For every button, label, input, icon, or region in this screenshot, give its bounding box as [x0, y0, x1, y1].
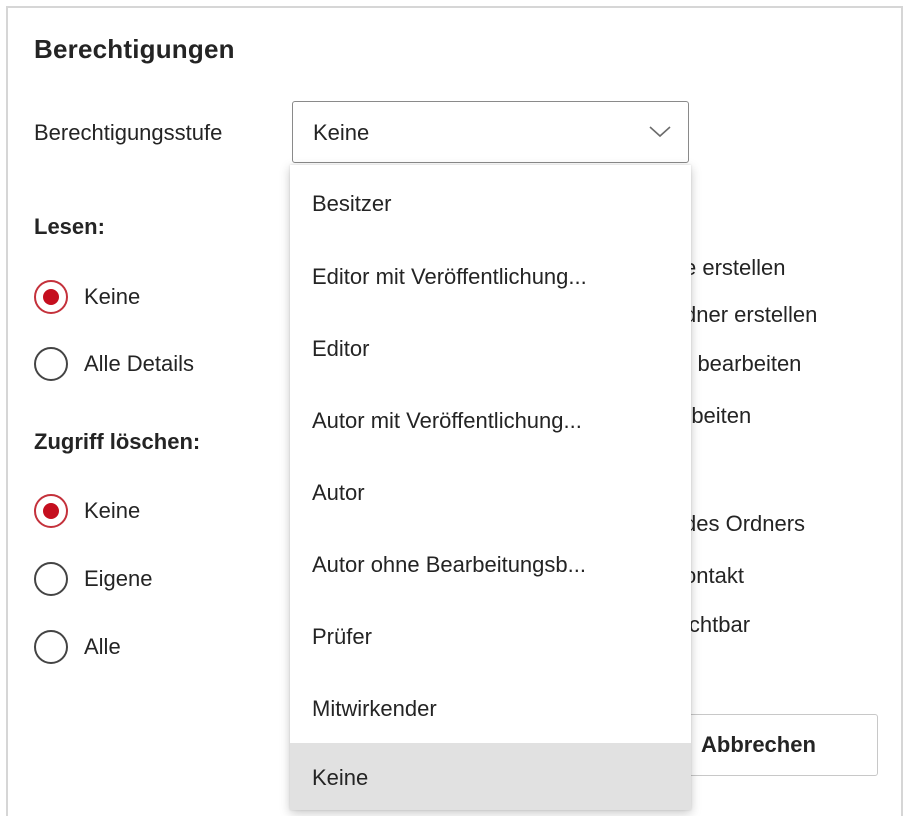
radio-unchecked-icon	[34, 562, 68, 596]
permission-level-value: Keine	[313, 120, 370, 145]
delete-option-all[interactable]: Alle	[34, 630, 121, 664]
dropdown-option-reviewer[interactable]: Prüfer	[290, 606, 691, 666]
dropdown-option-author-no-edit[interactable]: Autor ohne Bearbeitungsb...	[290, 534, 691, 594]
dropdown-option-label: Autor ohne Bearbeitungsb...	[312, 552, 586, 577]
radio-unchecked-icon	[34, 347, 68, 381]
page-title: Berechtigungen	[34, 34, 235, 64]
delete-option-label: Alle	[84, 634, 121, 659]
other-option-label: des Ordners	[684, 511, 806, 536]
dropdown-option-contributor[interactable]: Mitwirkender	[290, 678, 691, 738]
delete-option-own[interactable]: Eigene	[34, 562, 153, 596]
dropdown-option-label: Mitwirkender	[312, 696, 437, 721]
dropdown-option-none[interactable]: Keine	[290, 743, 691, 810]
delete-option-label: Keine	[84, 498, 141, 523]
permission-level-dropdown: Besitzer Editor mit Veröffentlichung... …	[290, 165, 691, 810]
dropdown-option-label: Autor mit Veröffentlichung...	[312, 408, 582, 433]
dropdown-option-label: Autor	[312, 480, 365, 505]
read-section-label: Lesen:	[34, 214, 105, 239]
read-option-label: Alle Details	[84, 351, 195, 376]
other-option-label: ontakt	[684, 563, 744, 588]
radio-unchecked-icon	[34, 630, 68, 664]
read-option-label: Keine	[84, 284, 141, 309]
dropdown-option-label: Prüfer	[312, 624, 372, 649]
dropdown-option-label: Editor mit Veröffentlichung...	[312, 264, 587, 289]
delete-section-label: Zugriff löschen:	[34, 429, 201, 454]
dropdown-option-label: Besitzer	[312, 191, 392, 216]
dropdown-option-author-publishing[interactable]: Autor mit Veröffentlichung...	[290, 390, 691, 450]
write-option-label: ) bearbeiten	[684, 351, 802, 376]
cancel-button-label: Abbrechen	[701, 732, 816, 757]
radio-checked-icon	[34, 280, 68, 314]
write-option-label: rbeiten	[684, 403, 752, 428]
read-option-none[interactable]: Keine	[34, 280, 140, 314]
delete-option-none[interactable]: Keine	[34, 494, 140, 528]
write-option-label: dner erstellen	[684, 302, 818, 327]
dropdown-option-besitzer[interactable]: Besitzer	[290, 173, 691, 233]
permission-level-select[interactable]: Keine	[292, 101, 689, 163]
other-option-label: ichtbar	[684, 612, 751, 637]
dropdown-option-label: Editor	[312, 336, 370, 361]
permission-level-label: Berechtigungsstufe	[34, 120, 223, 145]
read-option-all-details[interactable]: Alle Details	[34, 347, 194, 381]
radio-checked-icon	[34, 494, 68, 528]
dropdown-option-author[interactable]: Autor	[290, 462, 691, 522]
dropdown-option-label: Keine	[312, 765, 369, 790]
dropdown-option-editor-publishing[interactable]: Editor mit Veröffentlichung...	[290, 246, 691, 306]
chevron-down-icon	[649, 126, 671, 138]
delete-option-label: Eigene	[84, 566, 153, 591]
dropdown-option-editor[interactable]: Editor	[290, 318, 691, 378]
write-option-label: e erstellen	[684, 255, 786, 280]
